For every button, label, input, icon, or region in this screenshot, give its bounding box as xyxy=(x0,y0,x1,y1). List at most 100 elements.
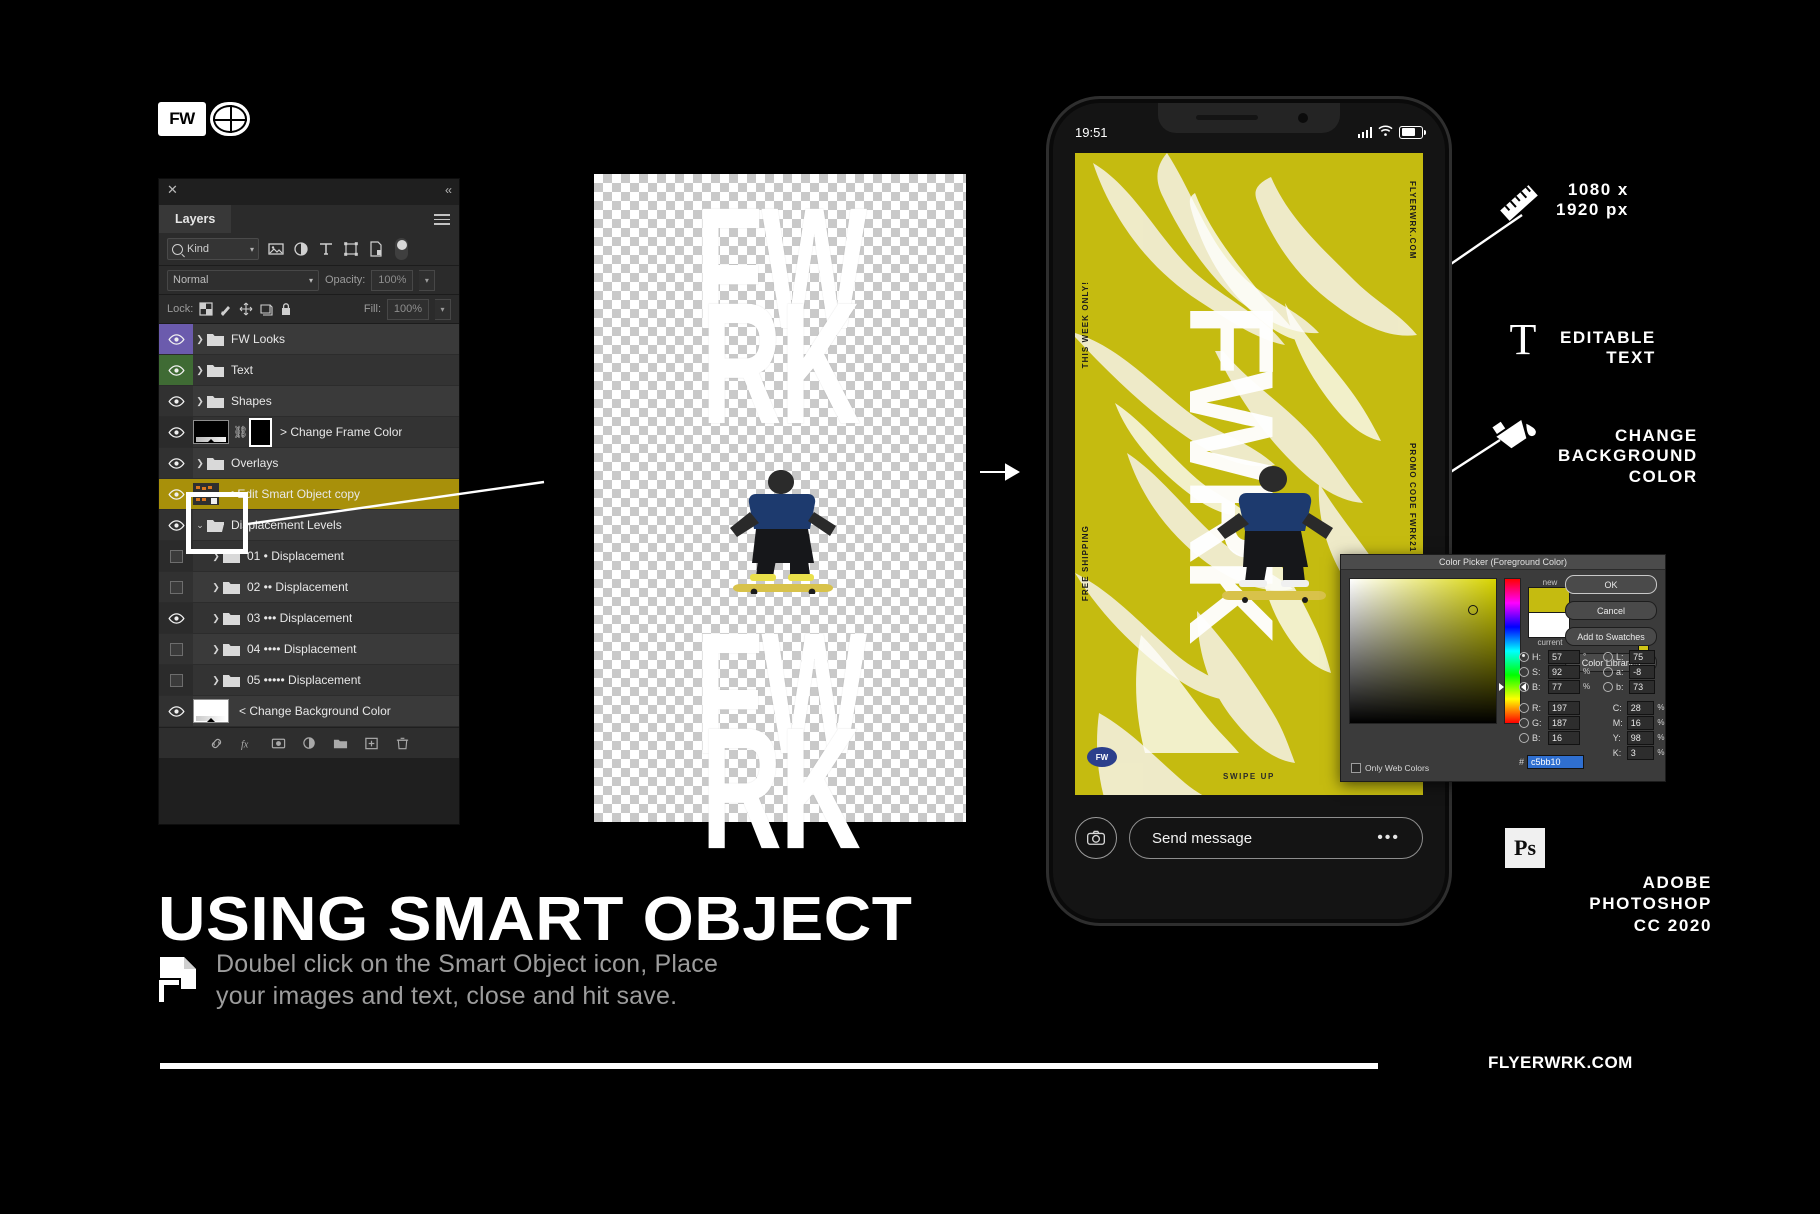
lock-row[interactable]: Lock: Fill: 100% ▾ xyxy=(159,295,459,324)
chevron-right-icon[interactable]: ❯ xyxy=(209,644,223,655)
checkbox-icon[interactable] xyxy=(1351,763,1361,773)
ok-button[interactable]: OK xyxy=(1565,575,1657,594)
color-mode-radio[interactable] xyxy=(1519,651,1529,662)
layer-mask-thumbnail[interactable] xyxy=(249,417,272,447)
layer-thumbnail[interactable] xyxy=(193,699,229,723)
delete-layer-icon[interactable] xyxy=(395,736,410,751)
image-filter-icon[interactable] xyxy=(268,241,284,257)
add-mask-icon[interactable] xyxy=(271,736,286,751)
link-layers-icon[interactable] xyxy=(209,736,224,751)
lock-all-icon[interactable] xyxy=(279,302,293,316)
opacity-stepper[interactable]: ▾ xyxy=(419,269,436,291)
type-filter-icon[interactable] xyxy=(318,241,334,257)
lock-artboard-icon[interactable] xyxy=(259,302,273,316)
layer-visibility-eye-icon[interactable] xyxy=(159,448,193,478)
tab-layers[interactable]: Layers xyxy=(159,205,232,233)
only-web-colors-checkbox[interactable]: Only Web Colors xyxy=(1351,763,1429,773)
layer-thumbnail[interactable] xyxy=(193,420,229,444)
more-options-icon[interactable]: ••• xyxy=(1377,829,1400,847)
chevron-right-icon[interactable]: ❯ xyxy=(193,365,207,376)
color-mode-radio[interactable] xyxy=(1519,717,1529,728)
chevron-right-icon[interactable]: ❯ xyxy=(209,551,223,562)
hex-row[interactable]: # c5bb10 xyxy=(1519,755,1585,769)
color-field-value[interactable]: 98 xyxy=(1626,730,1655,745)
color-mode-radio[interactable] xyxy=(1519,702,1529,713)
new-color-swatch[interactable] xyxy=(1528,587,1570,612)
opacity-value[interactable]: 100% xyxy=(371,269,414,291)
layer-visibility-eye-icon[interactable] xyxy=(159,386,193,416)
chevron-down-icon[interactable]: ⌄ xyxy=(193,520,207,531)
photoshop-layers-panel[interactable]: ✕ ‹‹ Layers Kind ▾ Normal ▾ Opacity: 100… xyxy=(158,178,460,825)
fill-value[interactable]: 100% xyxy=(387,298,429,320)
layer-row[interactable]: ❯ Overlays xyxy=(159,448,459,479)
smart-object-filter-icon[interactable] xyxy=(368,241,384,257)
current-color-swatch[interactable] xyxy=(1528,612,1570,638)
chevron-right-icon[interactable]: ❯ xyxy=(193,396,207,407)
color-field-value[interactable]: 75 xyxy=(1629,649,1656,664)
color-field-value[interactable]: 92 xyxy=(1548,664,1580,679)
layer-visibility-eye-icon[interactable] xyxy=(159,603,193,633)
adjustment-layer-icon[interactable] xyxy=(302,736,317,751)
layer-row[interactable]: ❯ FW Looks xyxy=(159,324,459,355)
layer-style-fx-icon[interactable]: fx xyxy=(240,736,255,751)
layer-visibility-eye-icon[interactable] xyxy=(159,479,193,509)
transparent-artboard[interactable]: FW RK FW RK xyxy=(594,172,966,885)
layer-visibility-off-icon[interactable] xyxy=(159,572,193,602)
camera-icon[interactable] xyxy=(1075,817,1117,859)
color-mode-radio[interactable] xyxy=(1519,681,1529,692)
color-mode-radio[interactable] xyxy=(1519,732,1529,743)
color-mode-radio[interactable] xyxy=(1603,651,1613,662)
color-field-value[interactable]: 28 xyxy=(1626,700,1655,715)
color-field-value[interactable]: 77 xyxy=(1548,679,1580,694)
layer-filter-row[interactable]: Kind ▾ xyxy=(159,233,459,266)
color-field-m[interactable]: M: 16% xyxy=(1603,715,1665,730)
layer-row[interactable]: ❯ 04 •••• Displacement xyxy=(159,634,459,665)
color-field-value[interactable]: 57 xyxy=(1548,649,1580,664)
color-field-b[interactable]: b: 73 xyxy=(1603,679,1665,694)
layer-visibility-eye-icon[interactable] xyxy=(159,696,193,726)
close-icon[interactable]: ✕ xyxy=(167,183,179,196)
layer-row[interactable]: ❯ 03 ••• Displacement xyxy=(159,603,459,634)
link-mask-icon[interactable]: ⛓ xyxy=(233,425,248,439)
lock-position-icon[interactable] xyxy=(239,302,253,316)
color-field-l[interactable]: L: 75 xyxy=(1603,649,1665,664)
blend-mode-row[interactable]: Normal ▾ Opacity: 100% ▾ xyxy=(159,266,459,295)
panel-menu-icon[interactable] xyxy=(434,214,450,225)
layer-row[interactable]: < Edit Smart Object copy xyxy=(159,479,459,510)
layer-visibility-eye-icon[interactable] xyxy=(159,324,193,354)
send-message-input[interactable]: Send message ••• xyxy=(1129,817,1423,859)
chevron-right-icon[interactable]: ❯ xyxy=(193,458,207,469)
color-picker-lab-cmyk-fields[interactable]: L: 75 a: -8 b: 73 C: 28% M: 16% Y: 98% K: 3% xyxy=(1603,649,1665,760)
new-group-icon[interactable] xyxy=(333,736,348,751)
lock-image-icon[interactable] xyxy=(219,302,233,316)
cancel-button[interactable]: Cancel xyxy=(1565,601,1657,620)
saturation-value-field[interactable] xyxy=(1349,578,1497,724)
color-field-value[interactable]: 197 xyxy=(1548,700,1580,715)
hex-input[interactable]: c5bb10 xyxy=(1527,755,1585,769)
layer-visibility-eye-icon[interactable] xyxy=(159,355,193,385)
color-mode-radio[interactable] xyxy=(1519,666,1529,677)
smart-object-thumbnail[interactable] xyxy=(193,483,219,505)
chevron-right-icon[interactable]: ❯ xyxy=(209,613,223,624)
blend-mode-select[interactable]: Normal ▾ xyxy=(167,269,319,291)
layer-visibility-off-icon[interactable] xyxy=(159,634,193,664)
layers-list[interactable]: ❯ FW Looks ❯ Text ❯ Shapes ⛓ > Change Frame Col… xyxy=(159,324,459,727)
color-field-value[interactable]: -8 xyxy=(1629,664,1656,679)
layer-row[interactable]: ❯ Shapes xyxy=(159,386,459,417)
adjustment-filter-icon[interactable] xyxy=(293,241,309,257)
layer-visibility-off-icon[interactable] xyxy=(159,541,193,571)
double-chevron-left-icon[interactable]: ‹‹ xyxy=(445,183,452,197)
filter-toggle-icon[interactable] xyxy=(395,238,408,260)
color-mode-radio[interactable] xyxy=(1603,681,1613,692)
filter-kind-select[interactable]: Kind ▾ xyxy=(167,238,259,260)
layer-visibility-off-icon[interactable] xyxy=(159,665,193,695)
color-picker-dialog[interactable]: Color Picker (Foreground Color) new curr… xyxy=(1340,554,1666,782)
color-field-value[interactable]: 73 xyxy=(1629,679,1656,694)
color-field-value[interactable]: 3 xyxy=(1626,745,1655,760)
chevron-right-icon[interactable]: ❯ xyxy=(209,582,223,593)
color-field-value[interactable]: 16 xyxy=(1548,730,1580,745)
fill-stepper[interactable]: ▾ xyxy=(435,298,451,320)
lock-transparency-icon[interactable] xyxy=(199,302,213,316)
story-action-bar[interactable]: Send message ••• xyxy=(1075,815,1423,861)
layer-row[interactable]: < Change Background Color xyxy=(159,696,459,727)
